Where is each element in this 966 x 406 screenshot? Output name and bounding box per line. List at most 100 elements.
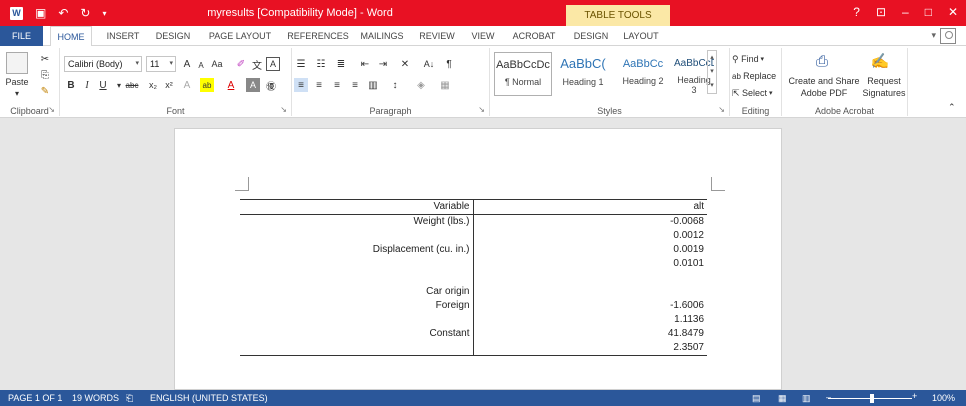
format-painter-icon[interactable]: ✎: [38, 84, 52, 98]
styles-gallery-scroll[interactable]: ▴ ▾ ▾: [707, 50, 717, 94]
bullets-icon[interactable]: ☰: [294, 57, 308, 71]
table-cell[interactable]: Displacement (cu. in.): [240, 243, 474, 257]
shading-icon[interactable]: ◈: [414, 78, 428, 92]
text-effects-icon[interactable]: A: [180, 78, 194, 92]
replace-button[interactable]: ab Replace: [732, 69, 776, 83]
tab-review[interactable]: REVIEW: [412, 26, 462, 46]
clear-formatting-icon[interactable]: ✐: [234, 57, 248, 71]
results-table[interactable]: Variable alt Weight (lbs.) -0.0068 0.001…: [240, 199, 707, 356]
table-cell[interactable]: Foreign: [240, 299, 474, 313]
table-cell[interactable]: 1.1136: [473, 313, 707, 327]
select-button[interactable]: ⇱ Select ▾: [732, 86, 773, 100]
zoom-in-icon[interactable]: +: [912, 391, 917, 401]
style-normal[interactable]: AaBbCcDc ¶ Normal: [494, 52, 552, 96]
table-cell[interactable]: -0.0068: [473, 215, 707, 230]
restore-button[interactable]: □: [925, 5, 932, 19]
page-count[interactable]: PAGE 1 OF 1: [8, 393, 62, 403]
help-icon[interactable]: ?: [853, 5, 860, 19]
align-right-icon[interactable]: ≡: [330, 78, 344, 92]
header-variable[interactable]: Variable: [240, 199, 474, 215]
header-alt[interactable]: alt: [473, 199, 707, 215]
line-spacing-icon[interactable]: ↕: [388, 78, 402, 92]
font-name-combo[interactable]: Calibri (Body) ▾: [64, 56, 142, 72]
signatures-label[interactable]: Signatures: [862, 87, 906, 98]
collapse-ribbon-icon[interactable]: ⌃: [948, 102, 956, 113]
tab-design[interactable]: DESIGN: [150, 26, 196, 46]
justify-icon[interactable]: ≡: [348, 78, 362, 92]
paragraph-launcher-icon[interactable]: ↘: [478, 105, 485, 114]
word-count[interactable]: 19 WORDS: [72, 393, 119, 403]
character-shading-icon[interactable]: A: [246, 78, 260, 92]
table-cell[interactable]: [240, 341, 474, 356]
paste-icon[interactable]: [6, 52, 28, 74]
table-cell[interactable]: 2.3507: [473, 341, 707, 356]
table-cell[interactable]: Constant: [240, 327, 474, 341]
create-share-label[interactable]: Create and Share: [786, 75, 862, 86]
style-heading-1[interactable]: AaBbC( Heading 1: [554, 52, 612, 96]
table-cell[interactable]: [240, 271, 474, 285]
read-mode-icon[interactable]: ▤: [752, 393, 761, 404]
zoom-slider-thumb[interactable]: [870, 394, 874, 403]
tab-table-design[interactable]: DESIGN: [568, 26, 614, 46]
styles-launcher-icon[interactable]: ↘: [718, 105, 725, 114]
subscript-icon[interactable]: x₂: [146, 78, 160, 92]
request-label[interactable]: Request: [862, 75, 906, 86]
language-indicator[interactable]: ENGLISH (UNITED STATES): [150, 393, 268, 403]
print-layout-icon[interactable]: ▦: [778, 393, 787, 404]
highlight-icon[interactable]: ab: [200, 78, 214, 92]
copy-icon[interactable]: ⎘: [38, 68, 52, 82]
tab-references[interactable]: REFERENCES: [282, 26, 354, 46]
paste-caret-icon[interactable]: ▾: [9, 88, 25, 98]
strikethrough-icon[interactable]: abc: [122, 78, 142, 92]
align-left-icon[interactable]: ≡: [294, 78, 308, 92]
table-cell[interactable]: [240, 257, 474, 271]
font-size-combo[interactable]: 11 ▾: [146, 56, 176, 72]
table-cell[interactable]: Weight (lbs.): [240, 214, 474, 229]
tab-view[interactable]: VIEW: [466, 26, 500, 46]
tab-file[interactable]: FILE: [0, 26, 43, 46]
align-center-icon[interactable]: ≡: [312, 78, 326, 92]
tab-insert[interactable]: INSERT: [100, 26, 146, 46]
table-cell[interactable]: 41.8479: [473, 327, 707, 341]
adobe-pdf-label[interactable]: Adobe PDF: [786, 87, 862, 98]
account-caret-icon[interactable]: ▾: [931, 30, 936, 41]
cut-icon[interactable]: ✂: [38, 52, 52, 66]
tab-home[interactable]: HOME: [50, 26, 92, 47]
table-cell[interactable]: -1.6006: [473, 299, 707, 313]
proofing-icon[interactable]: ⎗: [126, 393, 133, 404]
table-cell[interactable]: [473, 285, 707, 299]
paste-button[interactable]: Paste: [2, 76, 32, 88]
change-case-icon[interactable]: Aa: [210, 57, 224, 71]
table-cell[interactable]: [240, 229, 474, 243]
table-cell[interactable]: [240, 313, 474, 327]
numbering-icon[interactable]: ☷: [314, 57, 328, 71]
table-cell[interactable]: 0.0012: [473, 229, 707, 243]
phonetic-guide-icon[interactable]: 文: [250, 57, 264, 72]
zoom-level[interactable]: 100%: [932, 393, 955, 403]
superscript-icon[interactable]: x²: [162, 78, 176, 92]
minimize-button[interactable]: –: [902, 5, 909, 19]
tab-acrobat[interactable]: ACROBAT: [506, 26, 562, 46]
font-color-icon[interactable]: A: [224, 78, 238, 92]
table-cell[interactable]: Car origin: [240, 285, 474, 299]
sort-icon[interactable]: A↓: [422, 57, 436, 71]
italic-icon[interactable]: I: [80, 78, 94, 92]
zoom-out-icon[interactable]: –: [826, 392, 831, 402]
tab-mailings[interactable]: MAILINGS: [356, 26, 408, 46]
request-signatures-icon[interactable]: ✍: [868, 50, 892, 72]
enclose-characters-icon[interactable]: ㊝: [264, 78, 278, 93]
shrink-font-icon[interactable]: A: [194, 58, 208, 72]
web-layout-icon[interactable]: ▥: [802, 393, 811, 404]
asian-layout-icon[interactable]: ✕: [398, 57, 412, 71]
ribbon-display-options-icon[interactable]: ⊡: [876, 5, 886, 19]
underline-icon[interactable]: U: [96, 78, 110, 92]
character-border-icon[interactable]: A: [266, 57, 280, 71]
table-cell[interactable]: [473, 271, 707, 285]
tab-page-layout[interactable]: PAGE LAYOUT: [202, 26, 278, 46]
create-pdf-icon[interactable]: ⎙: [812, 50, 832, 72]
increase-indent-icon[interactable]: ⇥: [376, 57, 390, 71]
multilevel-list-icon[interactable]: ≣: [334, 57, 348, 71]
document-page[interactable]: Variable alt Weight (lbs.) -0.0068 0.001…: [174, 128, 782, 390]
decrease-indent-icon[interactable]: ⇤: [358, 57, 372, 71]
close-button[interactable]: ✕: [948, 5, 958, 19]
